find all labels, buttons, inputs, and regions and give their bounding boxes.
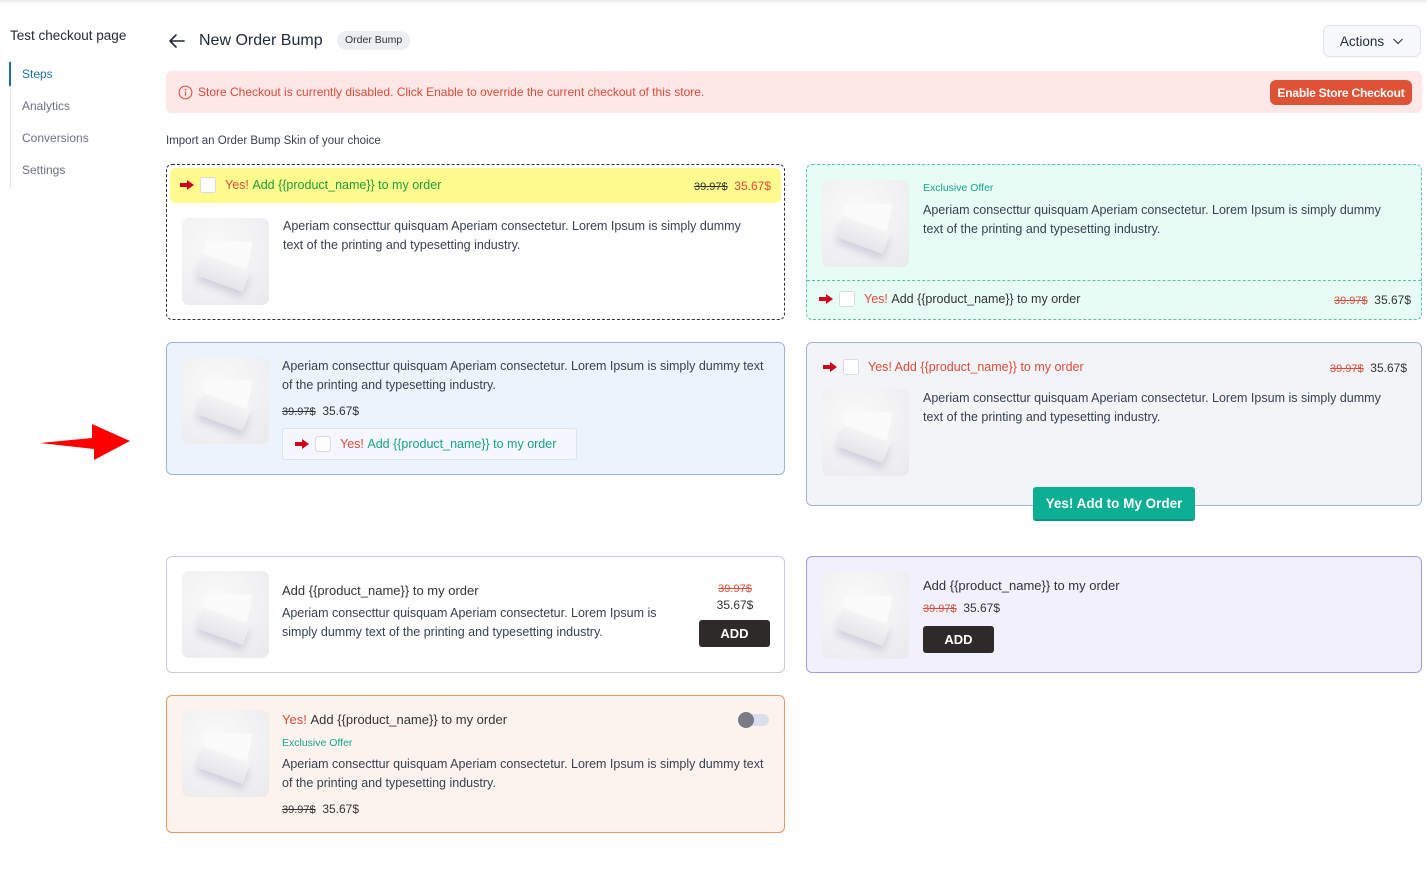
product-image	[182, 571, 269, 658]
old-price: 39.97$	[923, 603, 957, 615]
arrow-right-icon	[823, 362, 837, 372]
actions-label: Actions	[1339, 33, 1385, 49]
sidebar-nav: Steps Analytics Conversions Settings	[9, 60, 130, 188]
skin6-title: Add {{product_name}} to my order	[923, 578, 1120, 593]
import-label: Import an Order Bump Skin of your choice	[166, 135, 381, 147]
skin4-description: Aperiam consecttur quisquam Aperiam cons…	[923, 391, 1381, 424]
new-price: 35.67$	[1374, 293, 1411, 307]
actions-dropdown[interactable]: Actions	[1323, 25, 1421, 57]
new-price: 35.67$	[963, 601, 1001, 615]
skin1-cta-bar: Yes! Add {{product_name}} to my order 39…	[170, 168, 781, 203]
arrow-left-icon[interactable]	[166, 30, 188, 52]
chevron-down-icon	[1393, 38, 1404, 45]
page-title: New Order Bump	[199, 32, 323, 49]
skin-card-3[interactable]: Aperiam consecttur quisquam Aperiam cons…	[166, 342, 785, 475]
skin5-title: Add {{product_name}} to my order	[282, 583, 479, 598]
skin7-toggle[interactable]	[738, 712, 770, 728]
exclusive-offer-label: Exclusive Offer	[282, 737, 353, 749]
yes-label: Yes!	[340, 437, 364, 451]
yes-label: Yes!	[282, 712, 307, 727]
old-price: 39.97$	[1329, 363, 1364, 375]
new-price: 35.67$	[734, 179, 771, 193]
skin-card-1[interactable]: Yes! Add {{product_name}} to my order 39…	[166, 164, 785, 320]
yes-label: Yes!	[225, 178, 249, 192]
skin3-cta-text: Add {{product_name}} to my order	[367, 437, 557, 451]
product-image	[822, 572, 909, 659]
old-price: 39.97$	[718, 583, 752, 595]
skin2-checkbox[interactable]	[839, 291, 855, 307]
product-image	[182, 218, 269, 305]
skin2-description: Aperiam consecttur quisquam Aperiam cons…	[923, 203, 1381, 236]
skin5-add-button[interactable]: ADD	[699, 620, 770, 647]
skin5-description: Aperiam consecttur quisquam Aperiam cons…	[282, 606, 657, 639]
store-checkout-alert: Store Checkout is currently disabled. Cl…	[166, 71, 1422, 113]
skin3-description: Aperiam consecttur quisquam Aperiam cons…	[282, 359, 764, 392]
new-price: 35.67$	[322, 802, 360, 816]
skin7-cta-text: Add {{product_name}} to my order	[310, 712, 508, 727]
skin4-cta-text: Yes! Add {{product_name}} to my order	[868, 360, 1084, 374]
product-image	[182, 357, 269, 444]
old-price: 39.97$	[282, 804, 316, 816]
skin3-checkbox[interactable]	[315, 436, 331, 452]
sidebar-item-analytics[interactable]: Analytics	[11, 92, 130, 124]
arrow-right-icon	[295, 439, 309, 449]
sidebar-item-steps[interactable]: Steps	[9, 60, 130, 92]
yes-label: Yes!	[864, 292, 888, 306]
product-image	[822, 180, 909, 267]
skin3-cta-box: Yes! Add {{product_name}} to my order	[282, 428, 577, 460]
skin5-price: 39.97$ 35.67$	[700, 581, 770, 613]
info-circle-icon	[178, 85, 193, 100]
skin1-description: Aperiam consecttur quisquam Aperiam cons…	[283, 219, 741, 252]
skin-card-5[interactable]: Add {{product_name}} to my order Aperiam…	[166, 556, 785, 673]
arrow-right-icon	[819, 294, 833, 304]
arrow-right-icon	[180, 180, 194, 190]
skin6-add-button[interactable]: ADD	[923, 626, 994, 653]
skin1-checkbox[interactable]	[200, 177, 216, 193]
yes-add-to-my-order-button[interactable]: Yes! Add to My Order	[1033, 487, 1195, 521]
new-price: 35.67$	[322, 404, 360, 418]
product-image	[182, 710, 269, 797]
old-price: 39.97$	[1333, 295, 1368, 307]
type-badge: Order Bump	[337, 31, 411, 50]
old-price: 39.97$	[282, 406, 316, 418]
top-border	[0, 0, 1427, 4]
new-price: 35.67$	[716, 598, 754, 612]
skin-card-4[interactable]: Yes! Add {{product_name}} to my order 39…	[806, 342, 1422, 506]
skin4-checkbox[interactable]	[843, 359, 859, 375]
skin7-price: 39.97$ 35.67$	[282, 802, 359, 816]
new-price: 35.67$	[1370, 361, 1407, 375]
product-image	[822, 389, 909, 476]
red-pointer-arrow-icon	[40, 424, 130, 460]
enable-store-checkout-button[interactable]: Enable Store Checkout	[1270, 80, 1412, 105]
exclusive-offer-label: Exclusive Offer	[923, 182, 994, 194]
skin1-cta-text: Add {{product_name}} to my order	[252, 178, 442, 192]
skin4-price: 39.97$ 35.67$	[1330, 361, 1407, 375]
skin6-price: 39.97$ 35.67$	[923, 601, 1000, 615]
skin3-price: 39.97$ 35.67$	[282, 404, 359, 418]
sidebar-item-settings[interactable]: Settings	[11, 156, 130, 188]
sidebar-title: Test checkout page	[10, 28, 127, 43]
divider	[807, 280, 1421, 281]
skin7-title: Yes! Add {{product_name}} to my order	[282, 710, 507, 729]
skin1-price: 39.97$ 35.67$	[694, 179, 771, 193]
skin-card-2[interactable]: Exclusive Offer Aperiam consecttur quisq…	[806, 164, 1422, 320]
skin-card-7[interactable]: Yes! Add {{product_name}} to my order Ex…	[166, 695, 785, 833]
sidebar-item-conversions[interactable]: Conversions	[11, 124, 130, 156]
skin7-description: Aperiam consecttur quisquam Aperiam cons…	[282, 757, 764, 790]
skin-card-6[interactable]: Add {{product_name}} to my order 39.97$ …	[806, 556, 1422, 673]
old-price: 39.97$	[693, 181, 728, 193]
alert-text: Store Checkout is currently disabled. Cl…	[198, 85, 705, 99]
skin2-price: 39.97$ 35.67$	[1334, 293, 1411, 307]
skin2-cta-text: Add {{product_name}} to my order	[891, 292, 1081, 306]
